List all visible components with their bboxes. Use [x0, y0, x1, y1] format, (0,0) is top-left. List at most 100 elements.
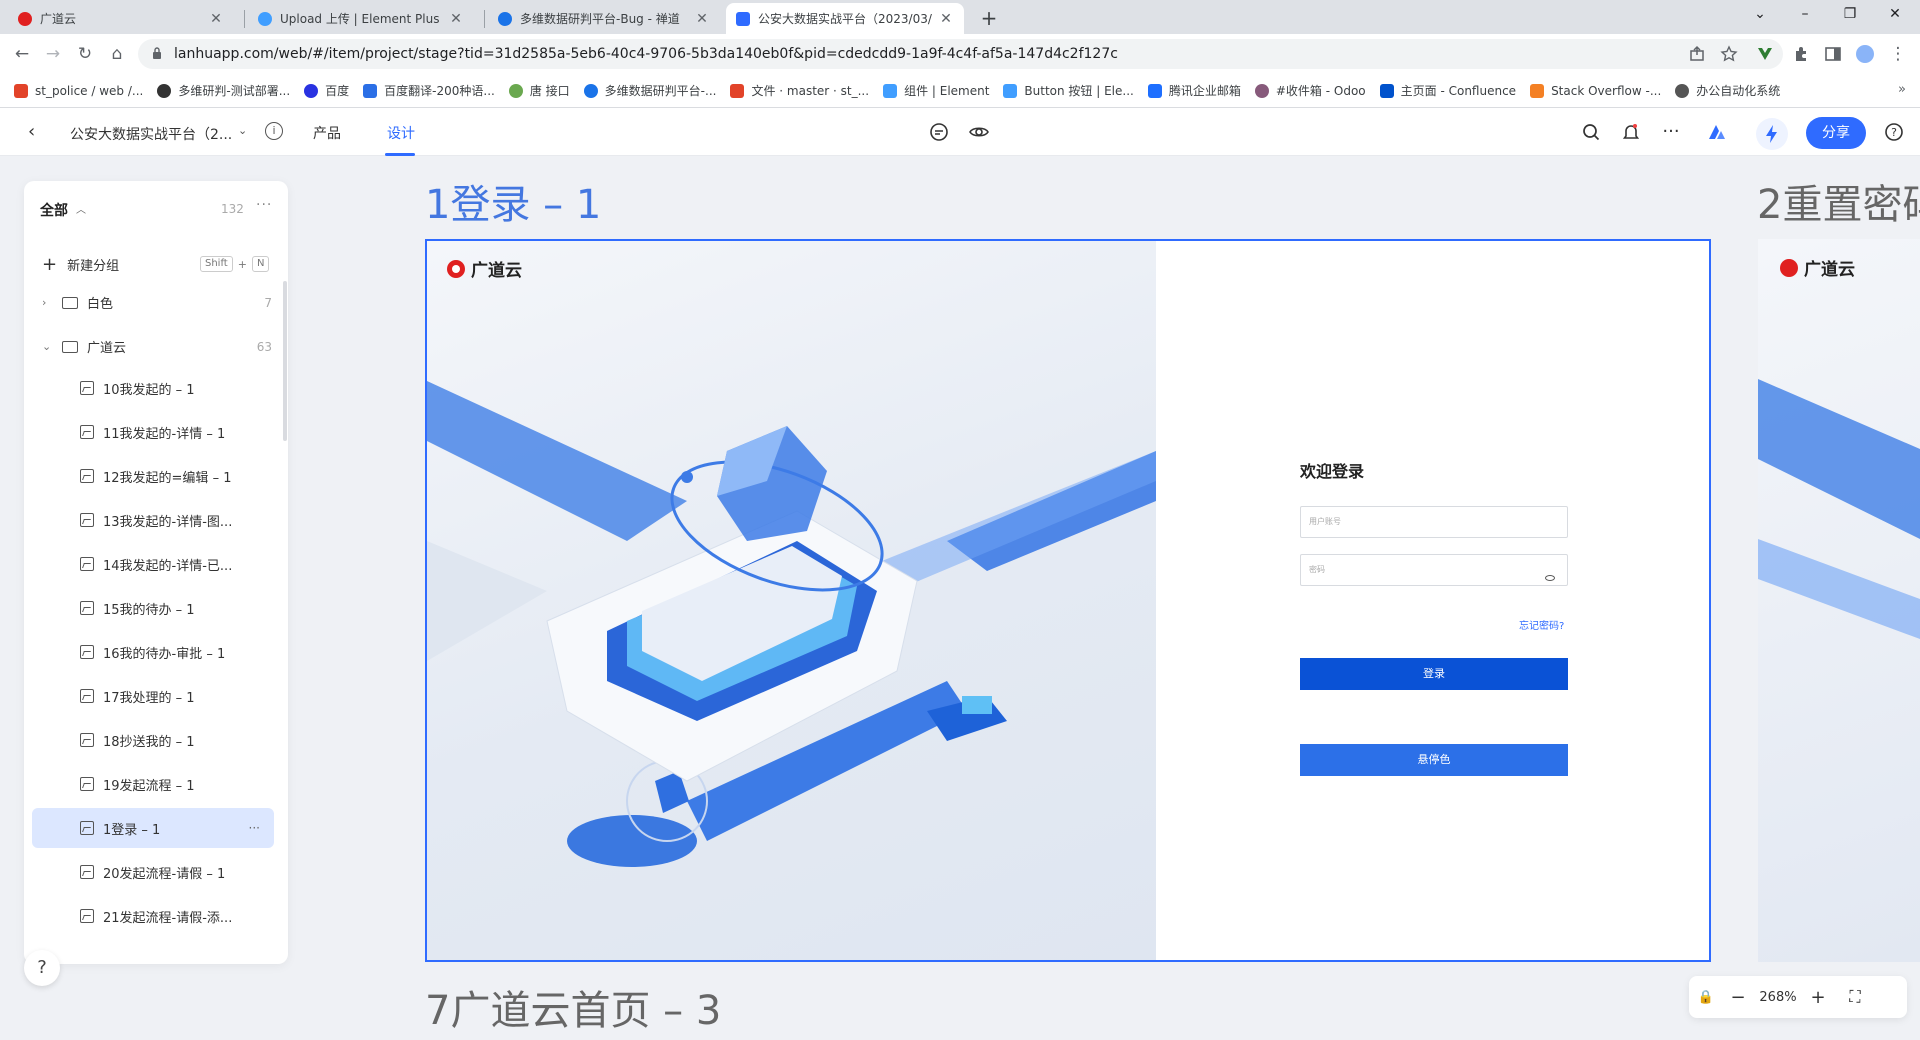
- new-tab-button[interactable]: +: [978, 6, 1000, 30]
- username-field[interactable]: 用户账号: [1300, 506, 1568, 538]
- tab-close-icon[interactable]: ✕: [694, 11, 710, 27]
- lanhu-logo-icon[interactable]: [1706, 121, 1728, 143]
- notification-bell-icon[interactable]: [1620, 121, 1642, 143]
- side-panel-icon[interactable]: [1824, 45, 1842, 63]
- bookmark-item[interactable]: #收件箱 - Odoo: [1254, 82, 1366, 99]
- artboard-image-icon: [80, 557, 94, 571]
- tab-product[interactable]: 产品: [313, 123, 341, 143]
- zoom-out-button[interactable]: −: [1723, 987, 1753, 1008]
- comment-icon[interactable]: [928, 121, 950, 143]
- bookmark-item[interactable]: 百度: [304, 82, 349, 99]
- browser-tab-4-active[interactable]: 公安大数据实战平台（2023/03/ ✕: [726, 3, 964, 34]
- plugin-bolt-button[interactable]: [1756, 118, 1788, 150]
- lock-icon[interactable]: 🔒: [1689, 990, 1723, 1005]
- next-artboard-title[interactable]: 2重置密码: [1757, 172, 1920, 230]
- maximize-button[interactable]: ❐: [1840, 6, 1860, 22]
- login-artboard[interactable]: 广道云 欢迎登录 用户账号 密码 忘记密码? 登录 悬停色: [425, 239, 1711, 962]
- chevron-down-icon[interactable]: ⌄: [238, 124, 247, 137]
- artboard-list-item[interactable]: 17我处理的 – 1: [32, 676, 274, 716]
- back-icon[interactable]: ←: [12, 44, 32, 64]
- sidebar-more-icon[interactable]: ···: [256, 197, 272, 213]
- artboard-list-item[interactable]: 10我发起的 – 1: [32, 368, 274, 408]
- browser-tab-3[interactable]: 多维数据研判平台-Bug - 禅道 ✕: [488, 3, 720, 34]
- chevron-right-icon[interactable]: ›: [42, 296, 56, 309]
- home-icon[interactable]: ⌂: [107, 44, 127, 64]
- help-icon[interactable]: ?: [1883, 121, 1905, 143]
- artboard-list-item-selected[interactable]: 1登录 – 1 ···: [32, 808, 274, 848]
- search-icon[interactable]: [1580, 121, 1602, 143]
- bookmark-item[interactable]: st_police / web /...: [14, 83, 143, 98]
- chevron-down-icon[interactable]: ⌄: [42, 340, 56, 353]
- zoom-level[interactable]: 268%: [1753, 990, 1803, 1005]
- folder-guangdaoyun[interactable]: ⌄ 广道云 63: [42, 337, 272, 357]
- tab-title: Upload 上传 | Element Plus: [280, 12, 440, 26]
- bookmark-item[interactable]: 文件 · master · st_...: [730, 82, 869, 99]
- artboard-list-item[interactable]: 21发起流程-请假-添...: [32, 896, 274, 936]
- bottom-artboard-title[interactable]: 7广道云首页 – 3: [425, 978, 721, 1036]
- minimize-button[interactable]: –: [1795, 6, 1815, 22]
- bookmark-item[interactable]: Stack Overflow -...: [1530, 83, 1661, 98]
- artboard-list-item[interactable]: 16我的待办-审批 – 1: [32, 632, 274, 672]
- tab-design[interactable]: 设计: [387, 123, 415, 143]
- extensions-icon[interactable]: [1792, 45, 1810, 63]
- reload-icon[interactable]: ↻: [75, 44, 95, 64]
- bookmark-item[interactable]: 多维数据研判平台-...: [583, 82, 716, 99]
- more-menu-icon[interactable]: ···: [1660, 121, 1682, 143]
- profile-avatar[interactable]: [1856, 45, 1874, 63]
- zoom-in-button[interactable]: +: [1803, 987, 1833, 1008]
- artboard-list-item[interactable]: 13我发起的-详情-图...: [32, 500, 274, 540]
- share-button[interactable]: 分享: [1806, 117, 1866, 149]
- artboard-list-item[interactable]: 20发起流程-请假 – 1: [32, 852, 274, 892]
- folder-white[interactable]: › 白色 7: [42, 293, 272, 313]
- login-button[interactable]: 登录: [1300, 658, 1568, 690]
- tab-title: 公安大数据实战平台（2023/03/: [758, 12, 932, 26]
- tab-search-icon[interactable]: ⌄: [1750, 6, 1770, 22]
- artboard-list-item[interactable]: 18抄送我的 – 1: [32, 720, 274, 760]
- artboard-list-item[interactable]: 11我发起的-详情 – 1: [32, 412, 274, 452]
- back-arrow-icon[interactable]: ‹: [28, 121, 35, 142]
- password-field[interactable]: 密码: [1300, 554, 1568, 586]
- artboard-list-item[interactable]: 19发起流程 – 1: [32, 764, 274, 804]
- close-window-button[interactable]: ✕: [1885, 6, 1905, 22]
- new-group-button[interactable]: + 新建分组: [42, 254, 119, 275]
- artboard-sidebar: 全部 ︿ 132 ··· + 新建分组 Shift + N › 白色 7 ⌄ 广…: [24, 181, 288, 964]
- project-name[interactable]: 公安大数据实战平台（2...: [70, 124, 232, 144]
- bookmark-item[interactable]: 腾讯企业邮箱: [1147, 82, 1241, 99]
- info-icon[interactable]: i: [265, 122, 283, 140]
- next-artboard-preview[interactable]: 广道云: [1758, 239, 1920, 962]
- sidebar-scrollbar[interactable]: [283, 281, 287, 441]
- help-question-button[interactable]: ?: [24, 950, 60, 986]
- artboard-list-item[interactable]: 12我发起的=编辑 – 1: [32, 456, 274, 496]
- artboard-title[interactable]: 1登录 – 1: [425, 172, 601, 230]
- forward-icon[interactable]: →: [43, 44, 63, 64]
- tab-close-icon[interactable]: ✕: [208, 11, 224, 27]
- item-more-icon[interactable]: ···: [249, 821, 260, 835]
- address-bar[interactable]: lanhuapp.com/web/#/item/project/stage?ti…: [138, 39, 1783, 69]
- artboard-list-item[interactable]: 14我发起的-详情-已...: [32, 544, 274, 584]
- bookmark-item[interactable]: 百度翻译-200种语...: [363, 82, 495, 99]
- browser-menu-icon[interactable]: ⋮: [1888, 44, 1908, 64]
- fullscreen-icon[interactable]: ⛶: [1833, 987, 1877, 1007]
- artboard-list-item[interactable]: 15我的待办 – 1: [32, 588, 274, 628]
- bookmark-item[interactable]: 主页面 - Confluence: [1379, 82, 1516, 99]
- bookmark-item[interactable]: 组件 | Element: [883, 82, 989, 99]
- preview-eye-icon[interactable]: [968, 121, 990, 143]
- bookmarks-overflow-icon[interactable]: »: [1898, 82, 1906, 97]
- browser-tab-2[interactable]: Upload 上传 | Element Plus ✕: [248, 3, 474, 34]
- vue-extension-icon[interactable]: [1756, 45, 1774, 63]
- bookmark-item[interactable]: 多维研判-测试部署...: [157, 82, 290, 99]
- bookmark-star-icon[interactable]: [1720, 45, 1738, 63]
- hover-color-button[interactable]: 悬停色: [1300, 744, 1568, 776]
- tab-close-icon[interactable]: ✕: [938, 11, 954, 27]
- bookmark-item[interactable]: 唐 接口: [508, 82, 570, 99]
- sidebar-filter-label[interactable]: 全部: [40, 200, 68, 220]
- api-icon: [508, 83, 523, 98]
- chevron-up-icon[interactable]: ︿: [76, 201, 86, 216]
- show-password-eye-icon[interactable]: [1545, 575, 1555, 581]
- browser-tab-1[interactable]: 广道云 ✕: [8, 3, 234, 34]
- share-page-icon[interactable]: [1688, 45, 1706, 63]
- bookmark-item[interactable]: 办公自动化系统: [1675, 82, 1780, 99]
- tab-close-icon[interactable]: ✕: [448, 11, 464, 27]
- bookmark-item[interactable]: Button 按钮 | Ele...: [1003, 82, 1134, 99]
- forgot-password-link[interactable]: 忘记密码?: [1519, 617, 1564, 632]
